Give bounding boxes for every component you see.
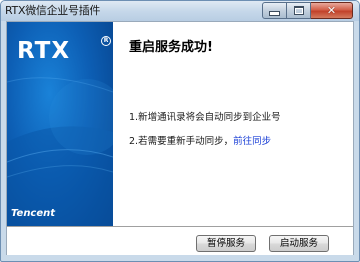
registered-mark: R	[101, 36, 111, 46]
maximize-icon	[293, 6, 304, 15]
info-line-2-text: 2.若需要重新手动同步，	[129, 136, 234, 147]
plugin-window: RTX微信企业号插件 ✕ RTX R Tencent 重启服务成功! 1.新增通…	[0, 0, 360, 262]
dialog-body: RTX R Tencent 重启服务成功! 1.新增通讯录将会自动同步到企业号 …	[6, 21, 354, 255]
pause-service-button[interactable]: 暂停服务	[196, 235, 256, 252]
minimize-icon	[269, 11, 280, 16]
go-sync-link[interactable]: 前往同步	[233, 136, 271, 147]
minimize-button[interactable]	[262, 2, 287, 19]
info-line-2: 2.若需要重新手动同步，前往同步	[129, 136, 271, 148]
start-service-button[interactable]: 启动服务	[269, 235, 329, 252]
success-heading: 重启服务成功!	[129, 40, 213, 55]
info-line-1: 1.新增通讯录将会自动同步到企业号	[129, 112, 281, 123]
close-button[interactable]: ✕	[311, 2, 353, 19]
title-bar[interactable]: RTX微信企业号插件 ✕	[1, 1, 359, 21]
side-banner: RTX R Tencent	[7, 22, 113, 226]
message-panel: 重启服务成功! 1.新增通讯录将会自动同步到企业号 2.若需要重新手动同步，前往…	[113, 22, 353, 226]
close-icon: ✕	[326, 4, 337, 17]
window-controls: ✕	[262, 2, 353, 19]
tencent-brand: Tencent	[11, 208, 56, 219]
window-title: RTX微信企业号插件	[5, 4, 101, 17]
button-bar: 暂停服务 启动服务	[7, 226, 353, 255]
rtx-logo: RTX	[17, 38, 71, 64]
maximize-button[interactable]	[287, 2, 311, 19]
